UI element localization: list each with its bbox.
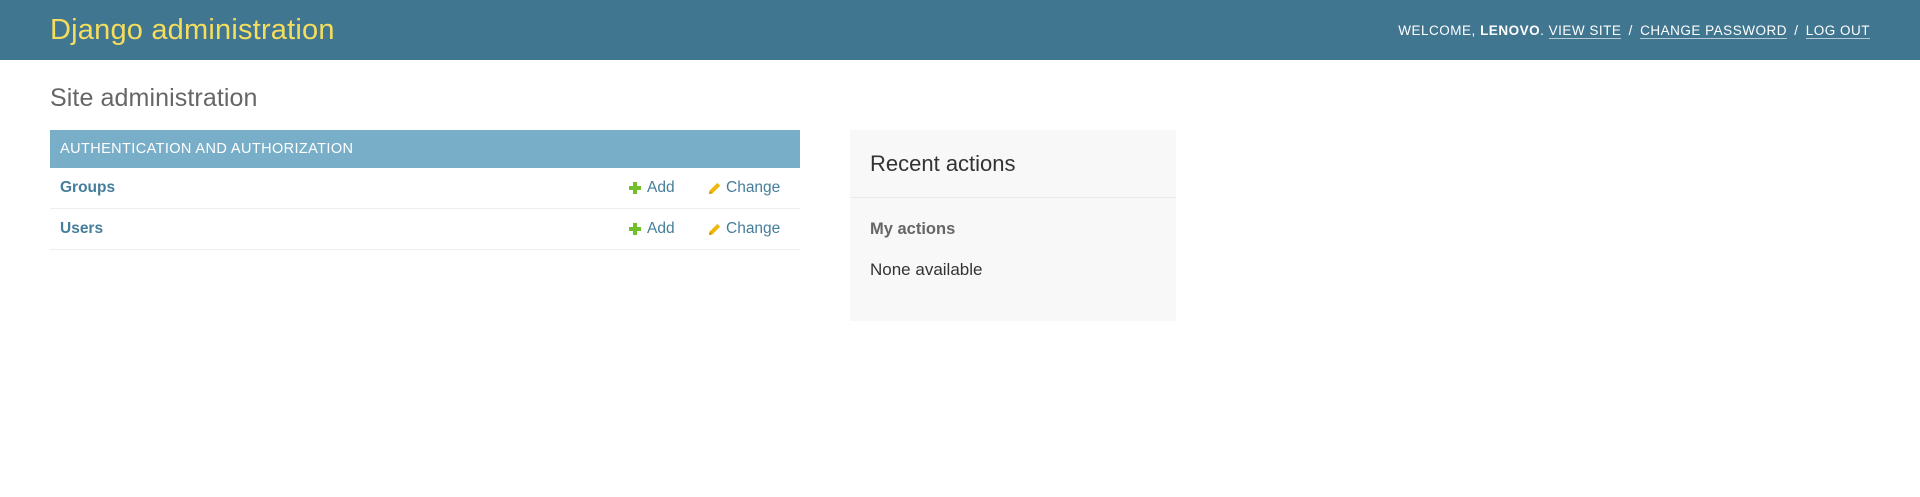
recent-actions-title: Recent actions [850,130,1176,198]
change-users-button[interactable]: Change [707,220,780,238]
separator: / [1628,22,1633,38]
model-row-users: Users Add Change [50,209,800,250]
pencil-icon [708,223,721,235]
site-branding[interactable]: Django administration [50,14,335,47]
add-groups-button[interactable]: Add [628,179,675,197]
welcome-text: Welcome, [1398,22,1476,38]
model-row-groups: Groups Add Change [50,168,800,209]
plus-icon [628,222,642,236]
app-module-caption[interactable]: Authentication and Authorization [50,130,800,168]
main-area: Authentication and Authorization Groups … [50,130,1870,321]
change-label: Change [726,179,781,196]
model-link-groups[interactable]: Groups [60,179,115,197]
add-label: Add [647,220,675,237]
log-out-link[interactable]: Log out [1805,22,1870,39]
add-users-button[interactable]: Add [628,220,675,238]
recent-actions-panel: Recent actions My actions None available [850,130,1176,321]
my-actions-heading: My actions [870,220,956,238]
add-label: Add [647,179,675,196]
change-password-link[interactable]: Change password [1640,22,1787,39]
plus-icon [628,181,642,195]
username: Lenovo [1480,22,1541,38]
view-site-link[interactable]: View site [1548,22,1622,39]
header: Django administration Welcome, Lenovo. V… [0,0,1920,60]
pencil-icon [708,182,721,194]
username-suffix: . [1540,22,1545,38]
empty-actions-text: None available [870,260,983,279]
user-tools: Welcome, Lenovo. View site / Change pass… [1398,22,1870,39]
separator: / [1794,22,1799,38]
change-label: Change [726,220,781,237]
change-groups-button[interactable]: Change [707,179,780,197]
model-link-users[interactable]: Users [60,220,103,238]
page-title: Site administration [50,84,258,112]
app-module-auth: Authentication and Authorization Groups … [50,130,800,250]
content: Site administration Authentication and A… [0,60,1920,321]
